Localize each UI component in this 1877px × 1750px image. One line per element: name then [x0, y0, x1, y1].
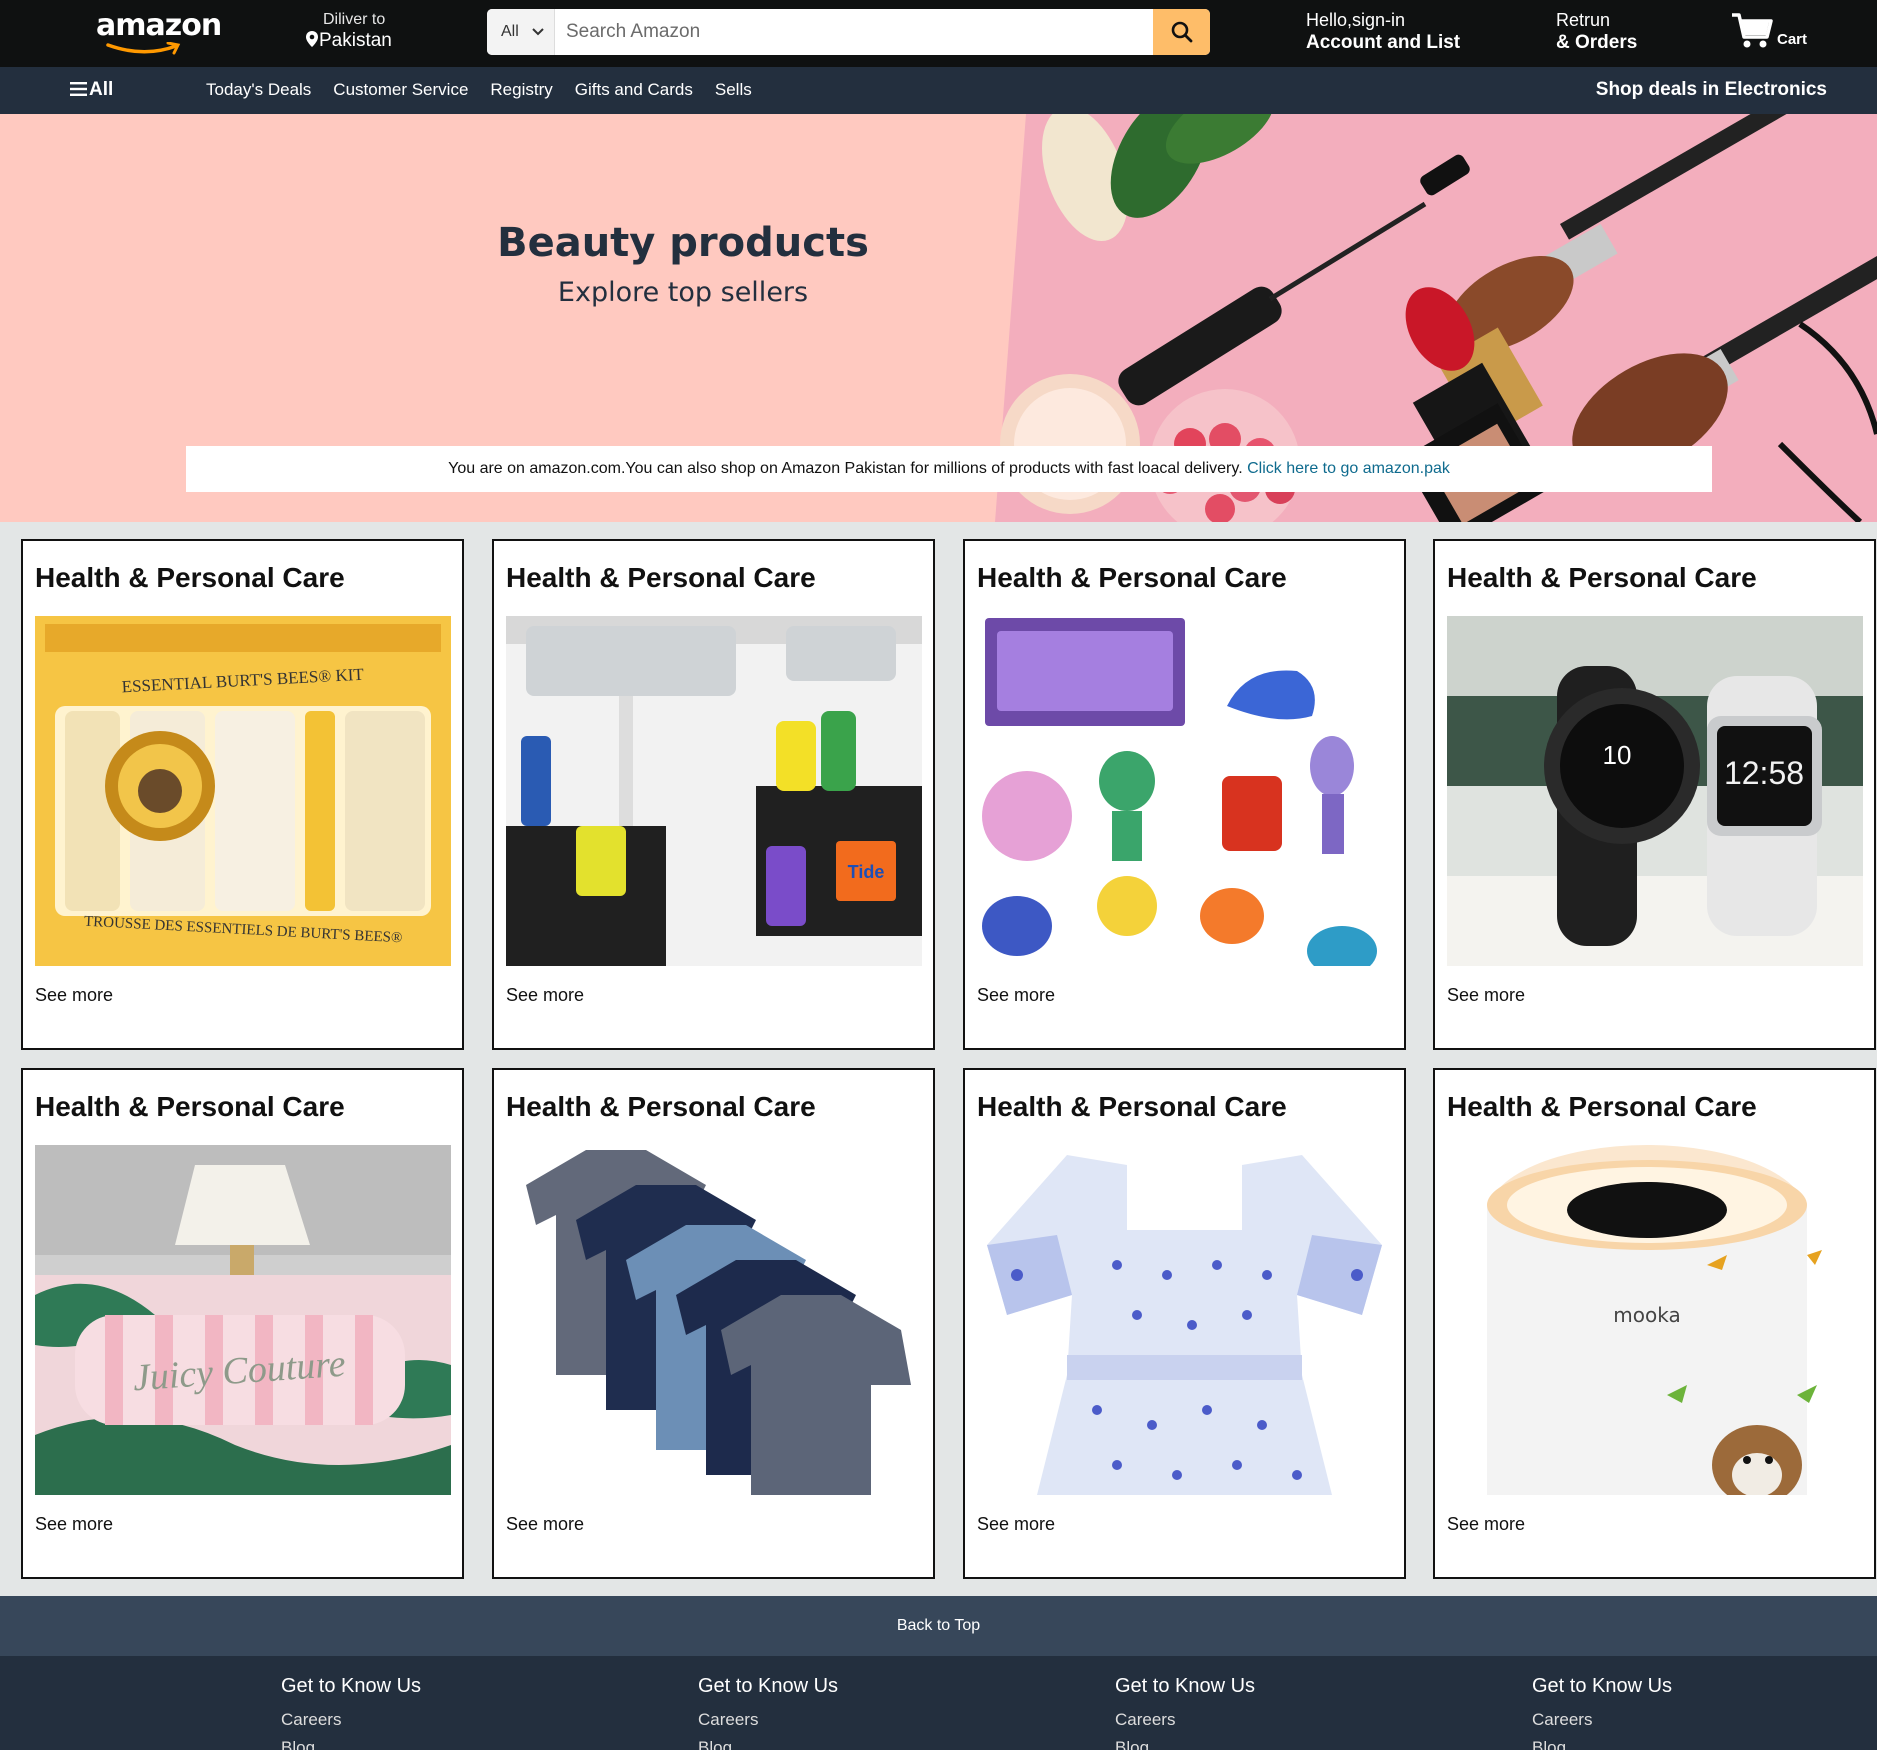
nav-link-sells[interactable]: Sells — [715, 80, 752, 100]
search-button[interactable] — [1153, 9, 1210, 55]
burts-bees-kit-image[interactable]: ESSENTIAL BURT'S BEES® KIT TROUSSE DES E… — [35, 616, 451, 966]
see-more-link[interactable]: See more — [506, 1514, 584, 1535]
footer-link-careers[interactable]: Careers — [1532, 1710, 1672, 1730]
nav-link-gifts-and-cards[interactable]: Gifts and Cards — [575, 80, 693, 100]
nav-link-registry[interactable]: Registry — [490, 80, 552, 100]
all-menu-button[interactable]: All — [70, 79, 113, 101]
footer-link-blog[interactable]: Blog — [281, 1738, 421, 1750]
see-more-link[interactable]: See more — [977, 1514, 1055, 1535]
deliver-location: Pakistan — [319, 30, 392, 51]
footer-heading: Get to Know Us — [698, 1675, 839, 1697]
footer-heading: Get to Know Us — [1115, 1675, 1256, 1697]
product-card: Health & Personal Care mooka See more — [1433, 1068, 1876, 1579]
product-card: Health & Personal Care 12:58 10 See more — [1433, 539, 1876, 1050]
orders-line1: Retrun — [1556, 10, 1611, 30]
logo-text: amazon — [96, 8, 222, 43]
nav-promo-electronics[interactable]: Shop deals in Electronics — [1596, 79, 1827, 101]
product-card: Health & Personal Care See more — [963, 1068, 1406, 1579]
cart-icon — [1732, 13, 1773, 48]
footer-column: Get to Know Us Careers Blog — [698, 1675, 838, 1750]
search-bar: All — [487, 9, 1210, 55]
product-card: Health & Personal Care See more — [963, 539, 1406, 1050]
all-menu-label: All — [89, 79, 114, 100]
footer-column: Get to Know Us Careers Blog — [281, 1675, 421, 1750]
search-category-label: All — [501, 23, 519, 40]
watch-time-1: 10 — [1603, 740, 1632, 770]
hamburger-menu-icon — [70, 82, 87, 96]
cart-button[interactable]: Cart — [1730, 11, 1820, 55]
detergent-brand-text: Tide — [848, 862, 885, 882]
account-menu[interactable]: Hello,sign-in Account and List — [1306, 10, 1460, 54]
hero-title: Beauty products — [497, 220, 869, 266]
card-title: Health & Personal Care — [35, 562, 345, 593]
location-pin-icon — [306, 31, 318, 47]
nav-bar: All Today's Deals Customer Service Regis… — [0, 67, 1877, 114]
nav-link-todays-deals[interactable]: Today's Deals — [206, 80, 311, 100]
region-notice: You are on amazon.com.You can also shop … — [186, 446, 1712, 492]
product-card: Health & Personal Care See more — [492, 1068, 935, 1579]
bedding-pillow-image[interactable]: Juicy Couture — [35, 1145, 451, 1495]
search-category-select[interactable]: All — [487, 9, 555, 55]
top-header: amazon Diliver to Pakistan All Search Am… — [0, 0, 1877, 67]
see-more-link[interactable]: See more — [35, 985, 113, 1006]
smile-arrow-icon — [106, 42, 181, 55]
back-to-top-button[interactable]: Back to Top — [0, 1596, 1877, 1656]
returns-orders[interactable]: Retrun & Orders — [1556, 10, 1637, 54]
footer-link-careers[interactable]: Careers — [281, 1710, 421, 1730]
nav-links: Today's Deals Customer Service Registry … — [206, 80, 752, 100]
t-shirts-image[interactable] — [506, 1145, 922, 1495]
footer: Get to Know Us Careers Blog Get to Know … — [0, 1656, 1877, 1750]
see-more-link[interactable]: See more — [506, 985, 584, 1006]
footer-link-careers[interactable]: Careers — [1115, 1710, 1255, 1730]
account-greeting: Hello,sign-in — [1306, 10, 1406, 30]
nav-link-customer-service[interactable]: Customer Service — [333, 80, 468, 100]
air-purifier-image[interactable]: mooka — [1447, 1145, 1863, 1495]
card-title: Health & Personal Care — [1447, 1091, 1757, 1122]
footer-column: Get to Know Us Careers Blog — [1532, 1675, 1672, 1750]
deliver-label: Diliver to — [323, 11, 386, 28]
card-title: Health & Personal Care — [977, 1091, 1287, 1122]
search-icon — [1171, 21, 1192, 43]
footer-column: Get to Know Us Careers Blog — [1115, 1675, 1255, 1750]
see-more-link[interactable]: See more — [35, 1514, 113, 1535]
footer-link-blog[interactable]: Blog — [1532, 1738, 1672, 1750]
footer-link-careers[interactable]: Careers — [698, 1710, 838, 1730]
inside-out-figures-image[interactable] — [977, 616, 1393, 966]
chevron-down-icon — [532, 28, 544, 36]
girls-dress-image[interactable] — [977, 1145, 1393, 1495]
footer-heading: Get to Know Us — [1532, 1675, 1673, 1697]
footer-heading: Get to Know Us — [281, 1675, 422, 1697]
card-title: Health & Personal Care — [506, 562, 816, 593]
card-title: Health & Personal Care — [506, 1091, 816, 1122]
purifier-brand-text: mooka — [1613, 1303, 1680, 1327]
under-sink-organizer-image[interactable]: Tide — [506, 616, 922, 966]
cart-label: Cart — [1777, 31, 1808, 48]
go-amazon-pak-link[interactable]: Click here to go amazon.pak — [1247, 460, 1450, 477]
watch-time-2: 12:58 — [1724, 755, 1804, 791]
deliver-to[interactable]: Diliver to Pakistan — [305, 11, 415, 52]
region-notice-text: You are on amazon.com.You can also shop … — [448, 460, 1243, 477]
product-card: Health & Personal Care ESSENTIAL BURT'S … — [21, 539, 464, 1050]
footer-link-blog[interactable]: Blog — [698, 1738, 838, 1750]
amazon-logo[interactable]: amazon — [94, 6, 222, 56]
footer-link-blog[interactable]: Blog — [1115, 1738, 1255, 1750]
smartwatches-image[interactable]: 12:58 10 — [1447, 616, 1863, 966]
orders-line2: & Orders — [1556, 32, 1638, 53]
see-more-link[interactable]: See more — [1447, 985, 1525, 1006]
card-title: Health & Personal Care — [977, 562, 1287, 593]
card-title: Health & Personal Care — [35, 1091, 345, 1122]
hero-subtitle: Explore top sellers — [557, 277, 809, 308]
see-more-link[interactable]: See more — [1447, 1514, 1525, 1535]
see-more-link[interactable]: See more — [977, 985, 1055, 1006]
hero-banner: Beauty products Explore top sellers You … — [0, 114, 1877, 522]
search-input[interactable] — [560, 9, 1134, 55]
product-card: Health & Personal Care Tide See more — [492, 539, 935, 1050]
card-title: Health & Personal Care — [1447, 562, 1757, 593]
account-label: Account and List — [1306, 32, 1461, 53]
product-card: Health & Personal Care Juicy Couture See… — [21, 1068, 464, 1579]
